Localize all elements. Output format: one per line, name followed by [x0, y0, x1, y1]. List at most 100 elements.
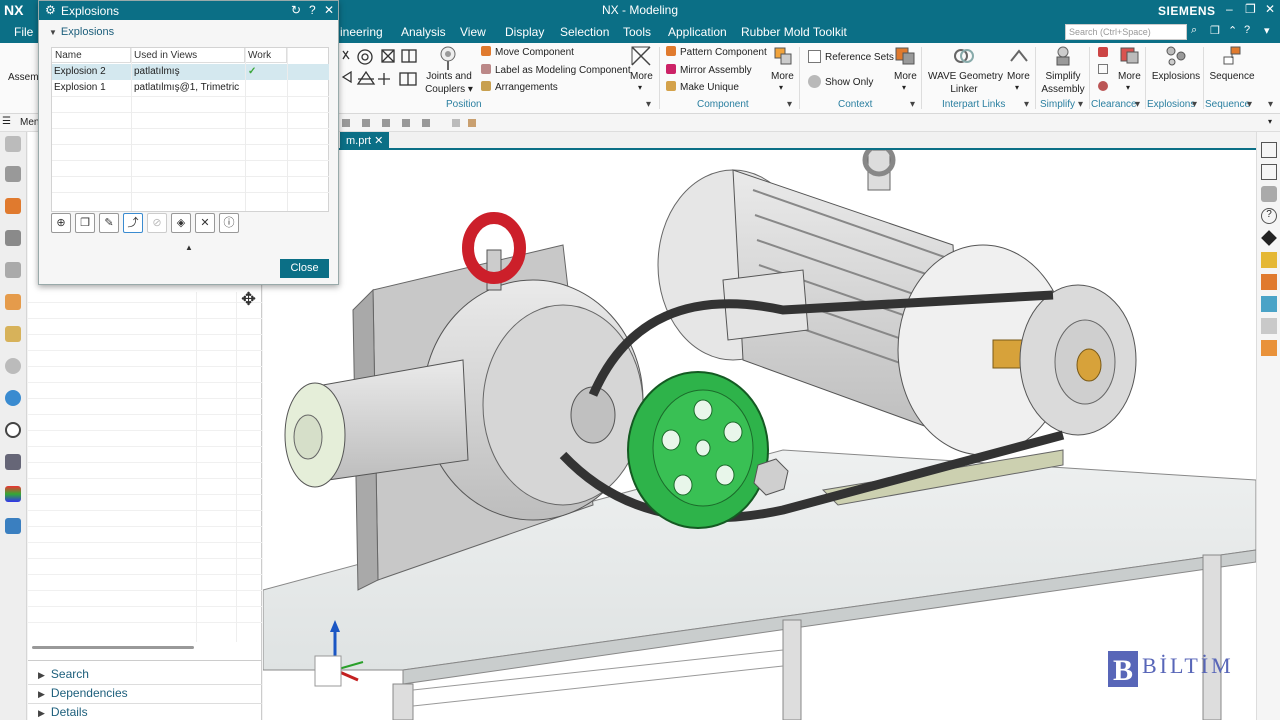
dialog-gear-icon[interactable]: ⚙: [45, 3, 56, 17]
mirror-assembly-button[interactable]: Mirror Assembly: [680, 65, 752, 76]
tab-close-icon[interactable]: ✕: [374, 135, 383, 147]
more-clearance-chevron-icon[interactable]: ▾: [1126, 83, 1130, 92]
component-group-chevron-icon[interactable]: ▾: [787, 99, 792, 110]
assembly-navigator-icon[interactable]: [5, 198, 21, 214]
edit-explosion-icon[interactable]: ✎: [99, 213, 119, 233]
sequence-group-chevron-icon[interactable]: ▾: [1247, 99, 1252, 110]
part-navigator-icon[interactable]: [5, 166, 21, 182]
dependencies-section[interactable]: ▶ Dependencies: [38, 686, 128, 700]
unexplode-component-icon[interactable]: ⊘: [147, 213, 167, 233]
constraint-navigator-icon[interactable]: [5, 230, 21, 246]
menu-label[interactable]: Men: [20, 117, 39, 128]
more-interpart-button[interactable]: More: [1007, 71, 1030, 82]
history-icon[interactable]: [5, 294, 21, 310]
column-header-name[interactable]: Name: [52, 48, 131, 63]
joints-label-2[interactable]: Couplers ▾: [424, 84, 474, 95]
dialog-title-bar[interactable]: ⚙ Explosions ↻ ? ✕: [39, 1, 338, 20]
clearance-set-icon[interactable]: [1098, 64, 1108, 74]
wave-geometry-linker-icon[interactable]: [952, 44, 976, 68]
horizontal-scrollbar[interactable]: [32, 646, 194, 649]
help-icon[interactable]: ?: [1244, 24, 1250, 36]
interpart-group-chevron-icon[interactable]: ▾: [1024, 99, 1029, 110]
menu-view[interactable]: View: [460, 25, 486, 39]
wave-geometry-label-2[interactable]: Linker: [928, 84, 1000, 95]
info-icon[interactable]: ⓘ: [219, 213, 239, 233]
column-header-used-in-views[interactable]: Used in Views: [131, 48, 245, 63]
pattern-component-button[interactable]: Pattern Component: [680, 47, 767, 58]
dialog-expander-icon[interactable]: ▲: [185, 243, 193, 252]
menu-engineering[interactable]: ineering: [340, 25, 383, 39]
sequence-icon[interactable]: [1220, 44, 1244, 68]
assembly-tool-icon[interactable]: [1261, 186, 1277, 202]
more-clearance-icon[interactable]: [1118, 45, 1142, 67]
menu-rubber-mold-toolkit[interactable]: Rubber Mold Toolkit: [741, 25, 847, 39]
diamond-icon[interactable]: [1261, 230, 1277, 246]
sequence-button[interactable]: Sequence: [1206, 71, 1258, 82]
more-component-icon[interactable]: [772, 45, 794, 67]
joints-label-1[interactable]: Joints and: [426, 71, 472, 82]
component-icon[interactable]: [1261, 274, 1277, 290]
simplify-group-chevron-icon[interactable]: ▾: [1078, 99, 1083, 110]
menu-tools[interactable]: Tools: [623, 25, 651, 39]
delete-explosion-icon[interactable]: ✕: [195, 213, 215, 233]
show-only-button[interactable]: Show Only: [825, 77, 873, 88]
more-component-button[interactable]: More: [771, 71, 794, 82]
process-studio-icon[interactable]: [5, 326, 21, 342]
more-position-icon[interactable]: [630, 45, 652, 67]
more-context-button[interactable]: More: [894, 71, 917, 82]
new-explosion-icon[interactable]: ⊕: [51, 213, 71, 233]
menu-selection[interactable]: Selection: [560, 25, 609, 39]
more-interpart-chevron-icon[interactable]: ▾: [1015, 83, 1019, 92]
collapse-icon[interactable]: ▾: [1264, 24, 1270, 37]
graphics-viewport[interactable]: [263, 150, 1256, 720]
move-component-button[interactable]: Move Component: [495, 47, 574, 58]
clearance-group-chevron-icon[interactable]: ▾: [1135, 99, 1140, 110]
clearance-analysis-icon[interactable]: [1098, 81, 1108, 91]
dialog-reset-icon[interactable]: ↻: [291, 3, 301, 17]
restore-icon[interactable]: ❐: [1245, 2, 1256, 16]
explosions-icon[interactable]: [1164, 44, 1188, 68]
more-context-icon[interactable]: [893, 45, 917, 67]
menu-application[interactable]: Application: [668, 25, 727, 39]
column-header-work[interactable]: Work: [245, 48, 287, 63]
menu-icon[interactable]: ☰: [2, 116, 11, 127]
more-clearance-button[interactable]: More: [1118, 71, 1141, 82]
more-component-chevron-icon[interactable]: ▾: [779, 83, 783, 92]
ribbon-overflow-icon[interactable]: ▾: [1268, 99, 1273, 110]
arrangements-button[interactable]: Arrangements: [495, 82, 558, 93]
simplify-label-1[interactable]: Simplify: [1040, 71, 1086, 82]
close-button[interactable]: Close: [280, 259, 329, 278]
explosions-group-chevron-icon[interactable]: ▾: [1192, 99, 1197, 110]
lightning-icon[interactable]: [1261, 252, 1277, 268]
explosions-button[interactable]: Explosions: [1150, 71, 1202, 82]
search-icon[interactable]: ⌕: [1191, 24, 1197, 37]
minimize-icon[interactable]: –: [1226, 2, 1233, 16]
menu-display[interactable]: Display: [505, 25, 544, 39]
explosions-section-header[interactable]: ▼ Explosions: [49, 26, 114, 38]
close-window-icon[interactable]: ✕: [1265, 2, 1275, 16]
menu-analysis[interactable]: Analysis: [401, 25, 446, 39]
palette-icon[interactable]: [5, 486, 21, 502]
simplify-label-2[interactable]: Assembly: [1040, 84, 1086, 95]
wave-geometry-label-1[interactable]: WAVE Geometry: [928, 71, 1003, 82]
context-group-chevron-icon[interactable]: ▾: [910, 99, 915, 110]
copy-explosion-icon[interactable]: ❐: [75, 213, 95, 233]
toolbar-overflow-icon[interactable]: ▾: [1268, 117, 1272, 126]
simplify-assembly-icon[interactable]: [1051, 44, 1075, 68]
explode-component-icon[interactable]: ⤴: [123, 213, 143, 233]
reference-sets-button[interactable]: Reference Sets: [825, 52, 894, 63]
menu-file[interactable]: File: [14, 25, 33, 39]
show-explosion-icon[interactable]: ◈: [171, 213, 191, 233]
more-context-chevron-icon[interactable]: ▾: [902, 83, 906, 92]
fit-view-icon[interactable]: [1261, 142, 1277, 158]
details-section[interactable]: ▶ Details: [38, 705, 88, 719]
window-icon[interactable]: ❐: [1210, 24, 1220, 37]
more-position-button[interactable]: More: [630, 71, 653, 82]
document-tab[interactable]: m.prt ✕: [340, 132, 390, 150]
joints-couplers-icon[interactable]: [436, 44, 460, 72]
chevron-up-icon[interactable]: ⌃: [1228, 24, 1237, 37]
history-clock-icon[interactable]: [5, 422, 21, 438]
settings-icon[interactable]: [5, 136, 21, 152]
assembly-constraint-icons[interactable]: [340, 47, 420, 95]
help-circle-icon[interactable]: ?: [1261, 208, 1277, 224]
